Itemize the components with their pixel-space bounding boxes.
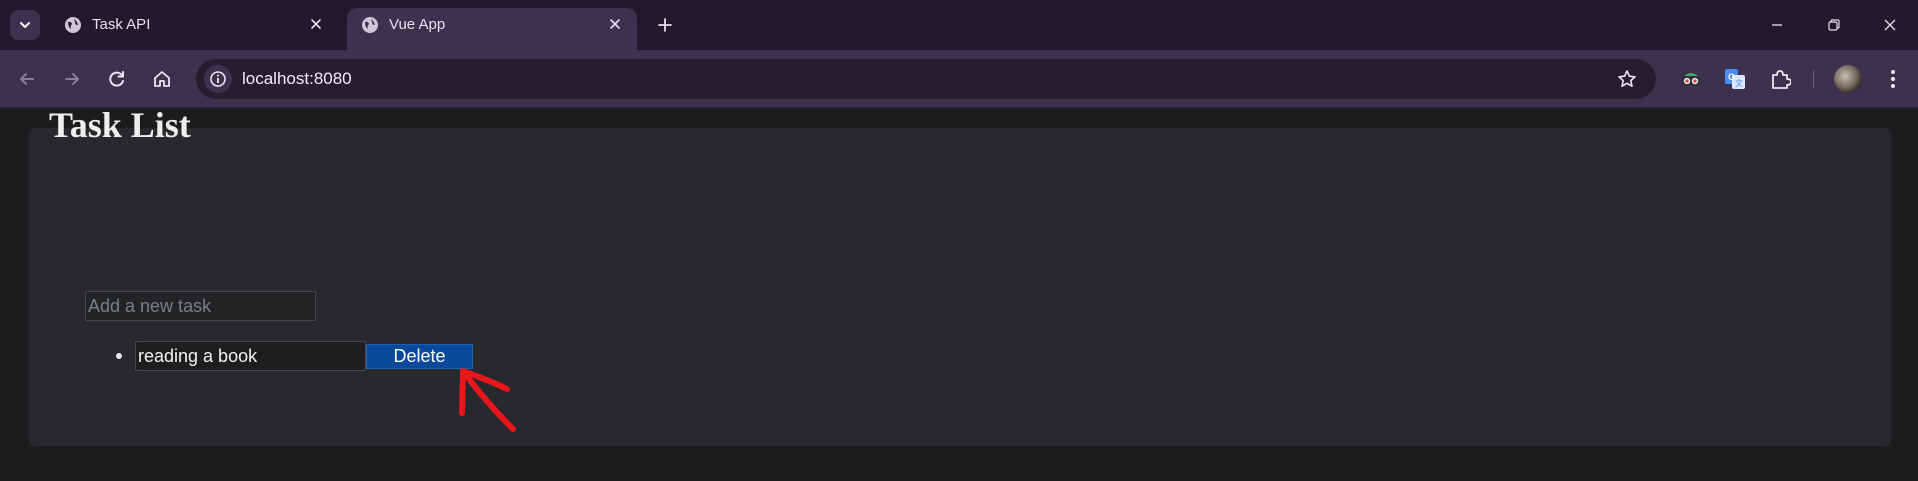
- restore-icon: [1828, 19, 1840, 31]
- back-button[interactable]: [12, 64, 42, 94]
- chevron-down-icon: [20, 22, 30, 28]
- star-icon: [1618, 70, 1636, 87]
- bookmark-button[interactable]: [1616, 68, 1638, 90]
- tab-close-button[interactable]: [306, 14, 326, 34]
- globe-icon: [362, 17, 378, 33]
- plus-icon: [658, 18, 672, 32]
- extensions-menu-button[interactable]: [1766, 65, 1794, 93]
- list-bullet: [116, 353, 122, 359]
- reload-icon: [109, 71, 124, 87]
- reload-button[interactable]: [102, 64, 132, 94]
- forward-button[interactable]: [57, 64, 87, 94]
- task-text-input[interactable]: [135, 341, 366, 371]
- site-info-button[interactable]: [204, 65, 232, 93]
- back-arrow-icon: [20, 73, 34, 85]
- spy-glasses-icon: [1682, 73, 1700, 86]
- extension-translate-button[interactable]: G文: [1721, 65, 1749, 93]
- browser-toolbar: localhost:8080 G文: [0, 50, 1918, 108]
- close-icon: [1884, 19, 1896, 31]
- puzzle-icon: [1772, 70, 1791, 89]
- svg-text:G: G: [1728, 72, 1735, 82]
- home-button[interactable]: [147, 64, 177, 94]
- tab-vue-app[interactable]: Vue App: [347, 8, 637, 50]
- minimize-button[interactable]: [1764, 12, 1790, 38]
- globe-icon: [65, 17, 81, 33]
- home-icon: [154, 71, 170, 87]
- close-icon: [610, 19, 620, 29]
- close-window-button[interactable]: [1877, 12, 1903, 38]
- new-tab-button[interactable]: [652, 12, 678, 38]
- annotation-arrow: [459, 368, 516, 432]
- tab-search-button[interactable]: [10, 10, 40, 40]
- browser-menu-button[interactable]: [1879, 65, 1907, 93]
- extension-spy-button[interactable]: [1677, 65, 1705, 93]
- minimize-icon: [1772, 24, 1782, 26]
- tab-title: Vue App: [389, 16, 446, 33]
- forward-arrow-icon: [65, 73, 79, 85]
- tab-task-api[interactable]: Task API: [50, 8, 338, 50]
- close-icon: [311, 19, 321, 29]
- new-task-input[interactable]: [85, 291, 316, 321]
- url-text[interactable]: localhost:8080: [242, 69, 352, 89]
- toolbar-separator: [1813, 70, 1814, 88]
- address-bar[interactable]: localhost:8080: [196, 59, 1656, 99]
- tab-title: Task API: [92, 16, 151, 33]
- more-vertical-icon: [1891, 70, 1895, 88]
- info-icon: [210, 71, 226, 87]
- tab-close-button[interactable]: [605, 14, 625, 34]
- app-container: [29, 128, 1891, 446]
- svg-text:文: 文: [1735, 78, 1743, 88]
- tab-strip: Task API Vue App: [0, 0, 1918, 50]
- profile-avatar[interactable]: [1834, 65, 1862, 93]
- restore-button[interactable]: [1821, 12, 1847, 38]
- page-title: Task List: [49, 105, 191, 145]
- translate-icon: G文: [1725, 69, 1745, 89]
